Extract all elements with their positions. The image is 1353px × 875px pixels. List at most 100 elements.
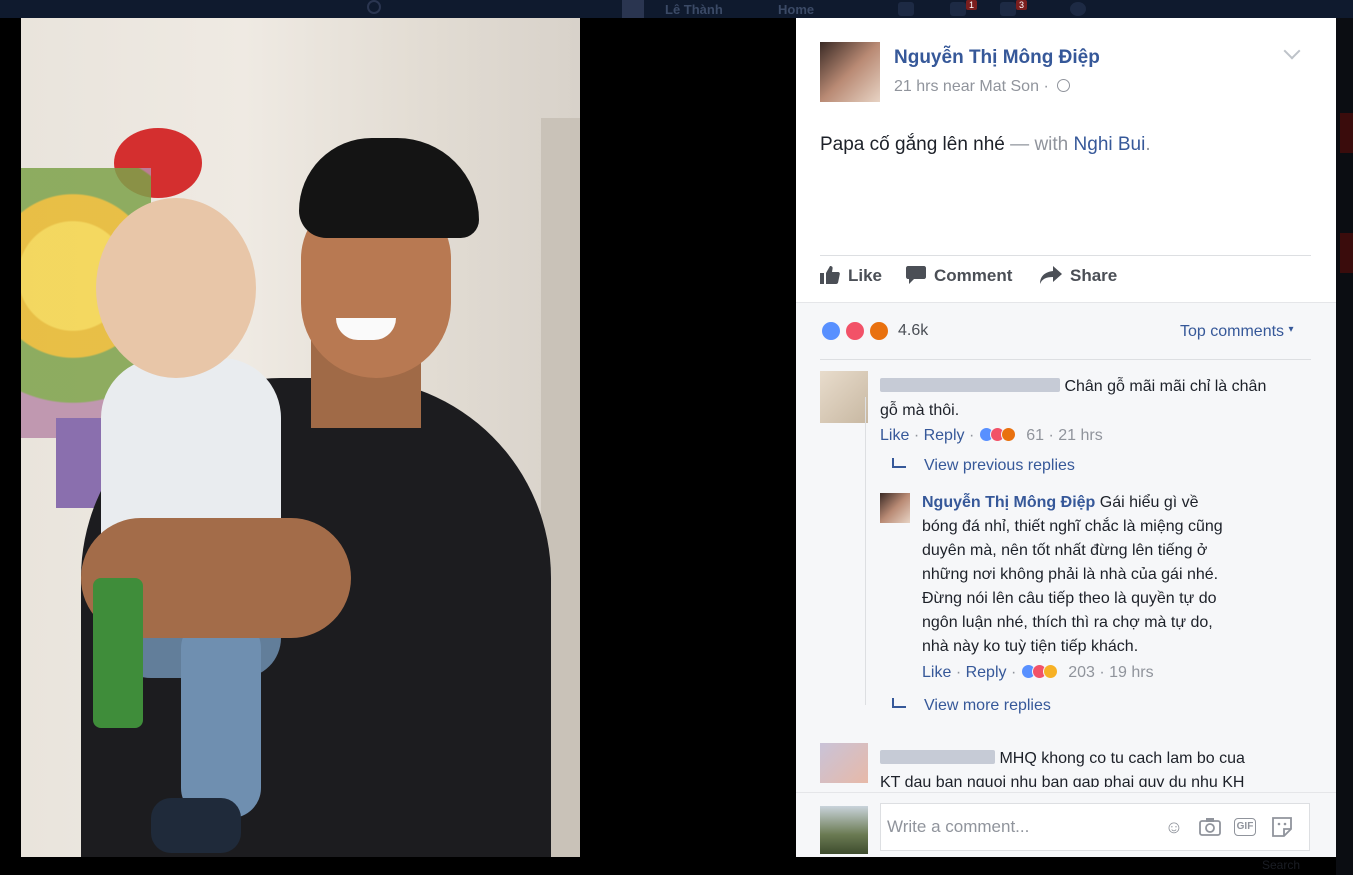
photo-man-hair bbox=[299, 138, 479, 238]
help-icon bbox=[1070, 2, 1086, 16]
sticker-icon[interactable] bbox=[1271, 816, 1293, 838]
background-chat-search: Search bbox=[1262, 858, 1301, 872]
friends-icon bbox=[898, 2, 914, 16]
reply-reaction-count[interactable]: 203 bbox=[1068, 664, 1095, 681]
reply-thread-line bbox=[865, 397, 866, 705]
reply-author-avatar[interactable] bbox=[880, 493, 910, 523]
comment-composer: ☺ GIF bbox=[796, 792, 1336, 857]
background-ad-2 bbox=[1340, 233, 1353, 273]
reply-reply-link[interactable]: Reply bbox=[966, 664, 1007, 681]
messages-icon bbox=[950, 2, 966, 16]
photo-fan bbox=[93, 578, 143, 728]
comment-text-line2: KT dau ban nguoi nhu ban gap phai quy du… bbox=[880, 774, 1245, 787]
photo-baby-leg bbox=[181, 618, 261, 818]
background-sidebar bbox=[1336, 18, 1353, 875]
comment-body: MHQ khong co tu cach lam bo cua KT dau b… bbox=[880, 747, 1320, 787]
author-name[interactable]: Nguyễn Thị Mông Điệp bbox=[894, 47, 1100, 69]
post-text: Papa cố gắng lên nhé — with Nghi Bui. bbox=[820, 134, 1151, 156]
like-button[interactable]: Like bbox=[820, 266, 882, 286]
comment-button[interactable]: Comment bbox=[906, 266, 1012, 286]
chevron-down-icon[interactable] bbox=[1283, 42, 1301, 60]
post-meta: 21 hrs near Mat Son · bbox=[894, 78, 1071, 96]
comment-meta: Like · Reply · 61 · 21 hrs bbox=[880, 427, 1103, 445]
divider bbox=[820, 359, 1311, 360]
like-reaction-icon bbox=[820, 320, 842, 342]
comments-section: 4.6k Top comments ▾ Chân gỗ mãi mãi chỉ … bbox=[796, 302, 1336, 857]
share-button[interactable]: Share bbox=[1040, 266, 1117, 286]
divider bbox=[820, 255, 1311, 256]
camera-icon[interactable] bbox=[1199, 816, 1221, 838]
caret-down-icon: ▾ bbox=[1288, 324, 1294, 335]
background-home-link: Home bbox=[778, 2, 815, 17]
reply-time[interactable]: 19 hrs bbox=[1109, 664, 1153, 681]
post-side-panel: Nguyễn Thị Mông Điệp 21 hrs near Mat Son… bbox=[796, 18, 1336, 857]
reply-like-link[interactable]: Like bbox=[922, 664, 951, 681]
author-avatar[interactable] bbox=[820, 42, 880, 102]
meta-dot: · bbox=[968, 427, 975, 444]
top-comments-label: Top comments bbox=[1180, 323, 1285, 340]
background-avatar bbox=[622, 0, 644, 18]
commenter-avatar[interactable] bbox=[820, 743, 868, 783]
view-previous-label: View previous replies bbox=[924, 457, 1075, 474]
photo-baby-head bbox=[96, 198, 256, 378]
comment-time[interactable]: 21 hrs bbox=[1058, 427, 1102, 444]
post-time[interactable]: 21 hrs bbox=[894, 78, 938, 95]
background-user-name: Lê Thành bbox=[665, 2, 723, 17]
meta-dot: · bbox=[1010, 664, 1017, 681]
commenter-avatar[interactable] bbox=[820, 371, 868, 423]
gif-icon[interactable]: GIF bbox=[1234, 818, 1256, 836]
meta-dot: · bbox=[1048, 427, 1054, 444]
meta-dot: · bbox=[1099, 664, 1105, 681]
reply-meta: Like · Reply · 203 · 19 hrs bbox=[922, 664, 1154, 682]
current-user-avatar[interactable] bbox=[820, 806, 868, 854]
share-label: Share bbox=[1070, 266, 1118, 285]
tag-period: . bbox=[1145, 134, 1151, 155]
reply-arrow-icon bbox=[892, 698, 906, 708]
reply-line: nhà này ko tuỳ tiện tiếp khách. bbox=[922, 638, 1139, 655]
reply-body: Nguyễn Thị Mông Điệp Gái hiểu gì về bóng… bbox=[922, 491, 1322, 659]
top-comments-dropdown[interactable]: Top comments ▾ bbox=[1180, 323, 1294, 341]
commenter-name-blurred[interactable] bbox=[880, 378, 1060, 392]
meta-dot: · bbox=[955, 664, 962, 681]
background-topbar: Lê Thành Home 1 3 bbox=[0, 0, 1353, 18]
camera-glyph bbox=[1199, 818, 1221, 836]
search-icon bbox=[367, 0, 381, 14]
comment-icon bbox=[906, 266, 926, 284]
meta-dot: · bbox=[913, 427, 920, 444]
tagged-user[interactable]: Nghi Bui bbox=[1074, 134, 1146, 155]
comment-label: Comment bbox=[934, 266, 1013, 285]
reply-line: Gái hiểu gì về bbox=[1099, 494, 1199, 511]
friends-badge: 1 bbox=[966, 0, 978, 10]
reaction-count[interactable]: 4.6k bbox=[898, 322, 928, 340]
commenter-name-blurred[interactable] bbox=[880, 750, 995, 764]
angry-reaction-icon bbox=[868, 320, 890, 342]
love-reaction-icon bbox=[844, 320, 866, 342]
comment-text-line1: MHQ khong co tu cach lam bo cua bbox=[999, 750, 1245, 767]
reply-arrow-icon bbox=[892, 458, 906, 468]
emoji-icon[interactable]: ☺ bbox=[1163, 816, 1185, 838]
view-previous-replies[interactable]: View previous replies bbox=[892, 457, 1075, 475]
like-label: Like bbox=[848, 266, 883, 285]
comment-text-line2: gỗ mà thôi. bbox=[880, 402, 960, 419]
reply-line: duyên mà, nên tốt nhất đừng lên tiếng ở bbox=[922, 542, 1208, 559]
post-message: Papa cố gắng lên nhé bbox=[820, 134, 1005, 155]
reply-line: bóng đá nhỉ, thiết nghĩ chắc là miệng cũ… bbox=[922, 518, 1223, 535]
view-more-label: View more replies bbox=[924, 697, 1051, 714]
share-arrow-icon bbox=[1040, 266, 1062, 284]
angry-reaction-icon bbox=[1000, 427, 1016, 442]
notifications-badge: 3 bbox=[1016, 0, 1028, 10]
reply-author-name[interactable]: Nguyễn Thị Mông Điệp bbox=[922, 494, 1095, 511]
post-photo[interactable] bbox=[21, 18, 580, 857]
comment-reaction-count[interactable]: 61 bbox=[1026, 427, 1044, 444]
post-location[interactable]: near Mat Son bbox=[943, 78, 1039, 95]
reply-line: những nơi không phải là nhà của gái nhé. bbox=[922, 566, 1219, 583]
globe-icon[interactable] bbox=[1057, 79, 1071, 92]
haha-reaction-icon bbox=[1042, 664, 1058, 679]
view-more-replies[interactable]: View more replies bbox=[892, 697, 1051, 715]
meta-separator: · bbox=[1043, 78, 1049, 95]
notifications-icon bbox=[1000, 2, 1016, 16]
comment-text-line1: Chân gỗ mãi mãi chỉ là chân bbox=[1064, 378, 1267, 395]
comment-reply-link[interactable]: Reply bbox=[924, 427, 965, 444]
sticker-glyph bbox=[1272, 817, 1292, 837]
comment-like-link[interactable]: Like bbox=[880, 427, 909, 444]
